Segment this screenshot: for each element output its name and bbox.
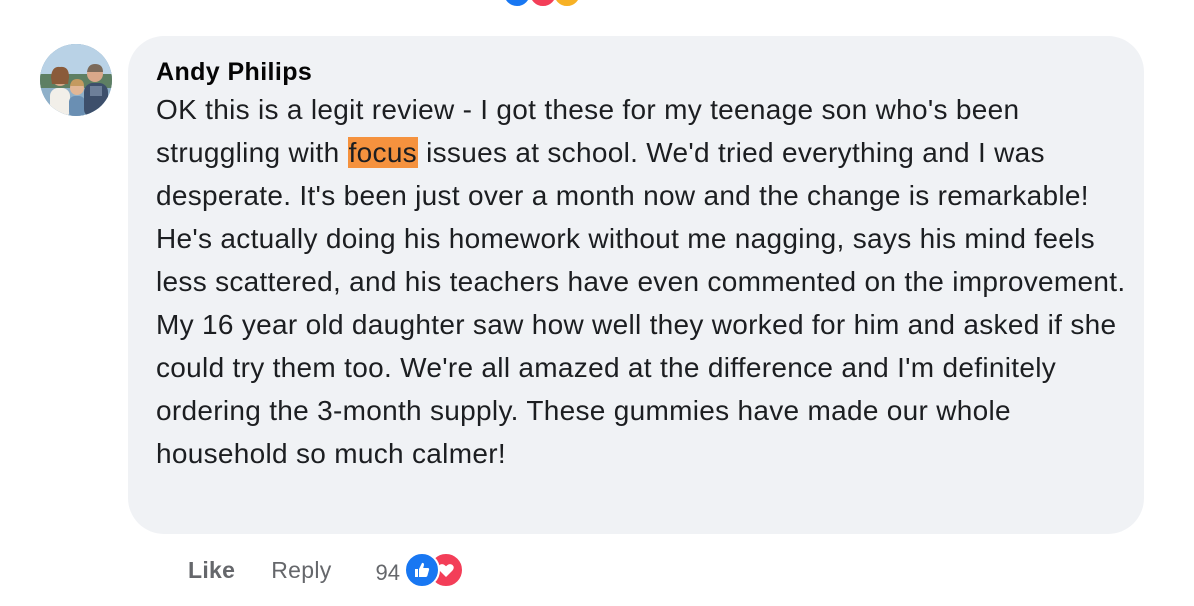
avatar[interactable] [40, 44, 112, 116]
avatar-photo [40, 44, 112, 116]
like-button[interactable]: Like [188, 557, 235, 584]
love-icon [528, 0, 558, 8]
comment-bubble: Andy Philips OK this is a legit review -… [128, 36, 1144, 534]
comment-text-after: issues at school. We'd tried everything … [156, 137, 1126, 469]
reply-button[interactable]: Reply [271, 557, 331, 584]
comment-actions: Like Reply 94 [188, 552, 468, 588]
previous-comment-reactions[interactable] [502, 0, 592, 8]
comment-text: OK this is a legit review - I got these … [156, 88, 1126, 475]
like-icon [404, 552, 441, 588]
reaction-icons[interactable] [404, 552, 468, 588]
haha-icon [552, 0, 582, 8]
comment-author[interactable]: Andy Philips [156, 56, 1116, 88]
reaction-count[interactable]: 94 [376, 554, 400, 586]
like-icon [502, 0, 532, 8]
highlighted-keyword: focus [347, 137, 418, 168]
